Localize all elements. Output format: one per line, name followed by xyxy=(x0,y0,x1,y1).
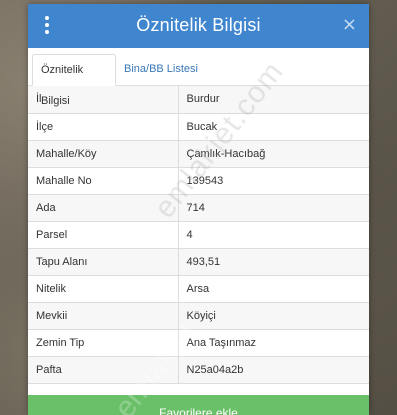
attribute-table: İl Burdur İlçe Bucak Mahalle/Köy Çamlık-… xyxy=(28,86,369,384)
attribute-value: Ana Taşınmaz xyxy=(178,329,369,357)
attribute-key: Pafta xyxy=(28,356,179,384)
tab-bar: Öznitelik Bilgisi Bina/BB Listesi xyxy=(28,48,369,107)
attribute-value: Bucak xyxy=(178,113,369,141)
tab-building-list[interactable]: Bina/BB Listesi xyxy=(116,54,206,85)
attribute-key: Mahalle/Köy xyxy=(28,140,179,168)
table-row: Pafta N25a04a2b xyxy=(28,356,369,384)
attribute-key: Ada xyxy=(28,194,179,222)
attribute-value: Çamlık-Hacıbağ xyxy=(178,140,369,168)
attribute-info-dialog: Öznitelik Bilgisi × Öznitelik Bilgisi Bi… xyxy=(28,4,369,415)
dialog-header: Öznitelik Bilgisi × xyxy=(28,4,369,48)
attribute-value: 4 xyxy=(178,221,369,249)
attribute-key: Tapu Alanı xyxy=(28,248,179,276)
attribute-value: 714 xyxy=(178,194,369,222)
dialog-title: Öznitelik Bilgisi xyxy=(136,15,261,35)
attribute-value: 493,51 xyxy=(178,248,369,276)
attribute-value: Köyiçi xyxy=(178,302,369,330)
attribute-key: İlçe xyxy=(28,113,179,141)
table-row: Parsel 4 xyxy=(28,221,369,249)
attribute-value: Burdur xyxy=(178,86,369,114)
attribute-key: Zemin Tip xyxy=(28,329,179,357)
attribute-value: Arsa xyxy=(178,275,369,303)
attribute-key: Mahalle No xyxy=(28,167,179,195)
attribute-value: N25a04a2b xyxy=(178,356,369,384)
close-icon[interactable]: × xyxy=(342,15,357,35)
attribute-key: Mevkii xyxy=(28,302,179,330)
table-row: İl Burdur xyxy=(28,86,369,114)
attribute-value: 139543 xyxy=(178,167,369,195)
table-row: İlçe Bucak xyxy=(28,113,369,141)
attribute-key: Parsel xyxy=(28,221,179,249)
table-row: Tapu Alanı 493,51 xyxy=(28,248,369,276)
attribute-key: Nitelik xyxy=(28,275,179,303)
table-row: Mahalle No 139543 xyxy=(28,167,369,195)
tab-attribute-info[interactable]: Öznitelik Bilgisi xyxy=(32,54,116,107)
table-row: Mevkii Köyiçi xyxy=(28,302,369,330)
table-row: Ada 714 xyxy=(28,194,369,222)
table-row: Mahalle/Köy Çamlık-Hacıbağ xyxy=(28,140,369,168)
add-to-favorites-button[interactable]: Favorilere ekle xyxy=(28,395,369,415)
table-row: Zemin Tip Ana Taşınmaz xyxy=(28,329,369,357)
table-row: Nitelik Arsa xyxy=(28,275,369,303)
